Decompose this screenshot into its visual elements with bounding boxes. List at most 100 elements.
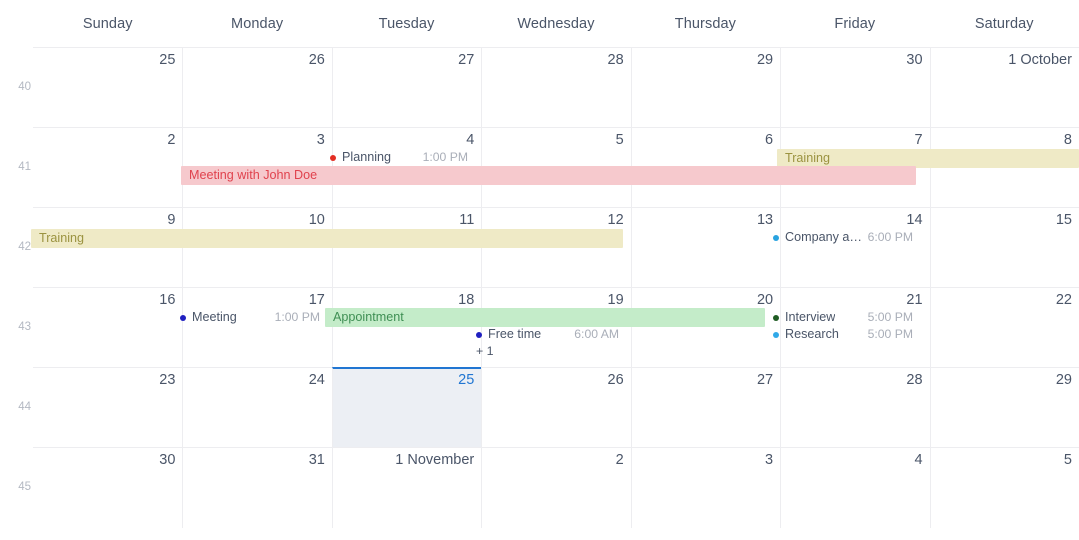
event-time: 6:00 PM: [867, 230, 913, 244]
event-planning[interactable]: Planning 1:00 PM: [328, 149, 468, 166]
event-time: 5:00 PM: [867, 327, 913, 341]
day-cell-oct-13[interactable]: 13: [630, 208, 780, 288]
day-number: 10: [308, 212, 325, 228]
day-cell-sep-30[interactable]: 30: [780, 48, 929, 128]
more-events-link[interactable]: + 1: [476, 343, 494, 359]
event-title: Interview: [785, 310, 836, 324]
day-cell-nov-4[interactable]: 4: [780, 448, 929, 528]
day-cell-oct-2[interactable]: 2: [33, 128, 182, 208]
event-time: 5:00 PM: [867, 310, 913, 324]
week-number-44: 44: [18, 401, 31, 413]
day-cell-oct-20[interactable]: 20: [630, 288, 780, 368]
event-appointment[interactable]: Appointment: [325, 308, 765, 327]
day-cell-oct-31[interactable]: 31: [182, 448, 331, 528]
day-cell-oct-10[interactable]: 10: [182, 208, 331, 288]
weekday-sunday: Sunday: [82, 15, 133, 32]
day-cell-oct-11[interactable]: 11: [331, 208, 481, 288]
event-free-time[interactable]: Free time 6:00 AM: [474, 326, 619, 343]
day-number: 25: [159, 52, 176, 68]
day-number: 25: [458, 372, 475, 388]
day-cell-oct-26[interactable]: 26: [481, 368, 630, 448]
day-cell-oct-22[interactable]: 22: [929, 288, 1079, 368]
day-number: 5: [1063, 452, 1072, 468]
day-cell-oct-14[interactable]: 14: [780, 208, 929, 288]
day-number: 12: [607, 212, 624, 228]
day-cell-sep-27[interactable]: 27: [331, 48, 481, 128]
weekday-thursday: Thursday: [674, 15, 737, 32]
day-number: 15: [1055, 212, 1072, 228]
day-cell-oct-9[interactable]: 9: [33, 208, 182, 288]
day-cell-oct-27[interactable]: 27: [630, 368, 780, 448]
day-number: 27: [458, 52, 475, 68]
week-row-43: 43 16 17 18 19 20 21 22 Meeting 1:00 PM …: [0, 287, 1079, 368]
day-number: 1 October: [1008, 52, 1072, 68]
day-cell-nov-3[interactable]: 3: [630, 448, 780, 528]
day-cell-oct-24[interactable]: 24: [182, 368, 331, 448]
day-cell-sep-29[interactable]: 29: [630, 48, 780, 128]
day-cell-oct-8[interactable]: 8: [929, 128, 1079, 208]
day-cell-nov-5[interactable]: 5: [929, 448, 1079, 528]
event-title: Research: [785, 327, 839, 341]
day-cell-oct-1[interactable]: 1 October: [929, 48, 1079, 128]
weekday-saturday: Saturday: [974, 15, 1034, 32]
day-cell-oct-30[interactable]: 30: [33, 448, 182, 528]
day-cell-oct-25-selected[interactable]: 25: [331, 367, 482, 448]
day-number: 23: [159, 372, 176, 388]
event-meeting[interactable]: Meeting 1:00 PM: [178, 309, 320, 326]
day-number: 17: [308, 292, 325, 308]
day-cell-oct-28[interactable]: 28: [780, 368, 929, 448]
event-time: 1:00 PM: [274, 310, 320, 324]
day-number: 21: [906, 292, 923, 308]
event-training-week42[interactable]: Training: [31, 229, 623, 248]
day-number: 29: [756, 52, 774, 68]
day-number: 28: [906, 372, 923, 388]
day-cell-sep-28[interactable]: 28: [481, 48, 630, 128]
day-number: 11: [459, 212, 475, 228]
day-cell-oct-17[interactable]: 17: [182, 288, 331, 368]
day-cell-oct-15[interactable]: 15: [929, 208, 1079, 288]
event-title: Meeting: [192, 310, 237, 324]
week-row-45: 45 30 31 1 November 2 3 4 5: [0, 447, 1079, 528]
day-cell-sep-25[interactable]: 25: [33, 48, 182, 128]
day-cell-sep-26[interactable]: 26: [182, 48, 331, 128]
day-cell-nov-1[interactable]: 1 November: [331, 448, 481, 528]
event-color-dot-icon: [773, 331, 779, 338]
day-number: 3: [316, 132, 325, 148]
day-number: 3: [765, 452, 774, 468]
event-title: Company acti...: [785, 230, 863, 244]
day-cell-oct-23[interactable]: 23: [33, 368, 182, 448]
day-number: 14: [906, 212, 923, 228]
week-number-41: 41: [18, 161, 31, 173]
day-number: 24: [308, 372, 325, 388]
day-number: 30: [159, 452, 176, 468]
week-number-45: 45: [18, 481, 31, 493]
day-number: 1 November: [395, 452, 475, 468]
day-cell-oct-16[interactable]: 16: [33, 288, 182, 368]
event-color-dot-icon: [180, 314, 186, 321]
event-research[interactable]: Research 5:00 PM: [771, 326, 913, 343]
month-calendar[interactable]: Sunday Monday Tuesday Wednesday Thursday…: [0, 0, 1079, 540]
day-number: 30: [906, 52, 923, 68]
day-number: 9: [167, 212, 176, 228]
day-number: 28: [607, 52, 624, 68]
day-cell-oct-18[interactable]: 18: [331, 288, 481, 368]
event-interview[interactable]: Interview 5:00 PM: [771, 309, 913, 326]
day-cell-nov-2[interactable]: 2: [481, 448, 630, 528]
day-cell-oct-12[interactable]: 12: [481, 208, 630, 288]
day-number: 2: [167, 132, 176, 148]
day-number: 26: [308, 52, 325, 68]
weekday-header: Sunday Monday Tuesday Wednesday Thursday…: [33, 0, 1079, 47]
event-company-activity[interactable]: Company acti... 6:00 PM: [771, 229, 913, 246]
event-color-dot-icon: [476, 331, 482, 338]
day-number: 6: [765, 132, 774, 148]
day-number: 2: [615, 452, 624, 468]
day-number: 26: [607, 372, 624, 388]
event-color-dot-icon: [773, 314, 779, 321]
weekday-friday: Friday: [834, 15, 876, 32]
event-color-dot-icon: [773, 234, 779, 241]
event-meeting-with-john-doe[interactable]: Meeting with John Doe: [181, 166, 916, 185]
week-row-41: 41 2 3 4 5 6 7 8 Planning 1:00 PM Traini…: [0, 127, 1079, 208]
day-cell-oct-29[interactable]: 29: [929, 368, 1079, 448]
day-number: 29: [1055, 372, 1072, 388]
week-number-43: 43: [18, 321, 31, 333]
